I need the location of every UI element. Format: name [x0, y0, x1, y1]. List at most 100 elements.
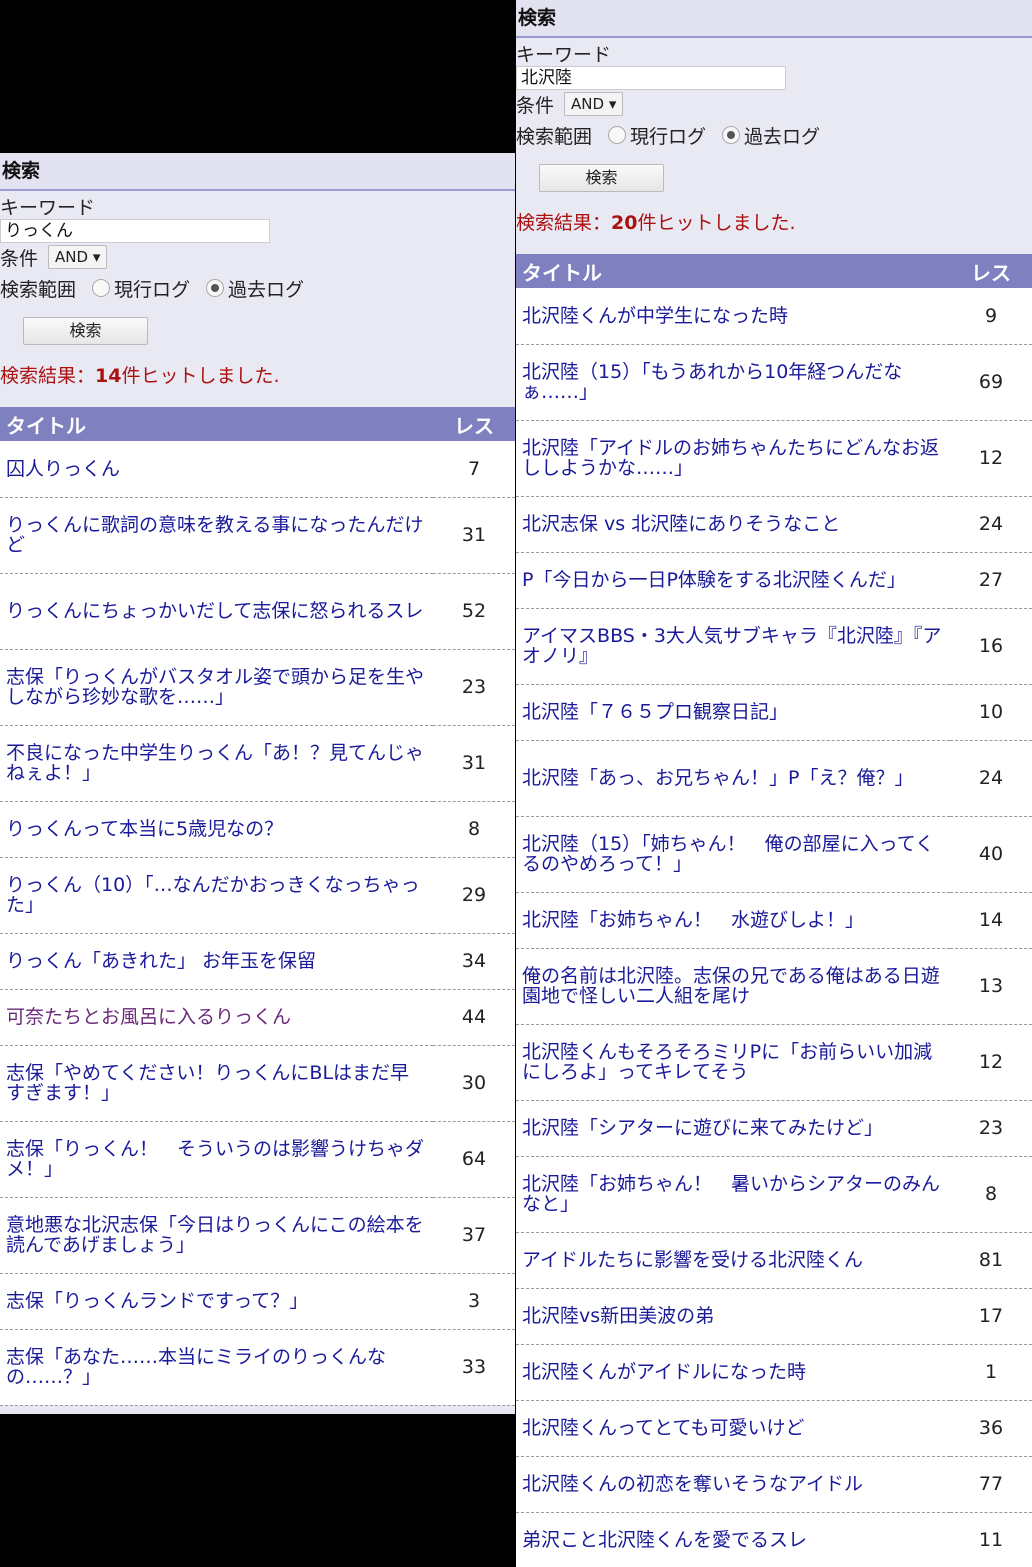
range-label: 検索範囲	[516, 125, 593, 148]
search-heading: 検索	[0, 153, 515, 191]
reply-count: 12	[950, 1024, 1032, 1101]
thread-title-link[interactable]: 北沢陸「お姉ちゃん！ 水遊びしよ！」	[516, 892, 950, 949]
thread-title-link[interactable]: アイマスBBS・3大人気サブキャラ『北沢陸』『アオノリ』	[516, 608, 950, 685]
reply-count: 81	[950, 1232, 1032, 1289]
keyword-input[interactable]: 北沢陸	[516, 66, 786, 90]
result-suffix: 件ヒットしました.	[121, 365, 280, 387]
thread-title-link[interactable]: 志保「あなた……本当にミライのりっくんなの……？」	[0, 1329, 433, 1406]
thread-title-link[interactable]: 志保「やめてください！りっくんにBLはまだ早すぎます！」	[0, 1045, 433, 1122]
thread-title-link[interactable]: 不良になった中学生りっくん「あ！？見てんじゃねぇよ！」	[0, 725, 433, 802]
thread-title-link[interactable]: 意地悪な北沢志保「今日はりっくんにこの絵本を読んであげましょう」	[0, 1197, 433, 1274]
thread-title-link[interactable]: 志保「りっくん！ そういうのは影響うけちゃダメ！」	[0, 1121, 433, 1198]
reply-count: 3	[433, 1273, 515, 1330]
reply-count: 14	[950, 892, 1032, 949]
search-form: キーワード りっくん 条件 AND ▾ 検索範囲 現行ログ 過去ログ 検索 検索…	[0, 191, 515, 389]
thread-title-link[interactable]: りっくん「あきれた」 お年玉を保留	[0, 933, 433, 990]
thread-title-link[interactable]: 北沢陸くんがアイドルになった時	[516, 1344, 950, 1401]
table-row: 北沢陸（15）「もうあれから10年経つんだなぁ……」 69	[516, 344, 1032, 421]
range-past-radio[interactable]	[206, 279, 225, 297]
table-row: 北沢陸「お姉ちゃん！ 暑いからシアターのみんなと」 8	[516, 1156, 1032, 1233]
thread-title-link[interactable]: りっくんって本当に5歳児なの？	[0, 801, 433, 858]
keyword-label: キーワード	[516, 44, 612, 66]
reply-count: 44	[433, 989, 515, 1046]
thread-title-link[interactable]: 北沢陸「シアターに遊びに来てみたけど」	[516, 1100, 950, 1157]
thread-title-link[interactable]: 志保「りっくんランドですって？」	[0, 1273, 433, 1330]
table-row: 北沢志保 vs 北沢陸にありそうなこと 24	[516, 496, 1032, 553]
reply-count: 64	[433, 1121, 515, 1198]
thread-title-link[interactable]: 北沢陸くんの初恋を奪いそうなアイドル	[516, 1456, 950, 1513]
thread-title-link[interactable]: りっくんに歌詞の意味を教える事になったんだけど	[0, 497, 433, 574]
result-count: 20	[611, 212, 638, 234]
result-prefix: 検索結果：	[516, 212, 612, 234]
range-current-label[interactable]: 現行ログ	[630, 122, 706, 149]
thread-title-link[interactable]: 北沢陸「お姉ちゃん！ 暑いからシアターのみんなと」	[516, 1156, 950, 1233]
thread-title-link[interactable]: 可奈たちとお風呂に入るりっくん	[0, 989, 433, 1046]
thread-title-link[interactable]: P「今日から一日P体験をする北沢陸くんだ」	[516, 552, 950, 609]
table-row: 北沢陸「７６５プロ観察日記」 10	[516, 684, 1032, 741]
range-past-radio[interactable]	[722, 126, 741, 144]
table-row: 不良になった中学生りっくん「あ！？見てんじゃねぇよ！」 31	[0, 725, 515, 802]
table-row: 北沢陸「お姉ちゃん！ 水遊びしよ！」 14	[516, 892, 1032, 949]
reply-count: 13	[950, 948, 1032, 1025]
table-row: 北沢陸「アイドルのお姉ちゃんたちにどんなお返ししようかな……」 12	[516, 420, 1032, 497]
table-row: 北沢陸「シアターに遊びに来てみたけど」 23	[516, 1100, 1032, 1157]
reply-count: 30	[433, 1045, 515, 1122]
search-button[interactable]: 検索	[23, 317, 148, 345]
range-current-label[interactable]: 現行ログ	[114, 275, 190, 302]
thread-title-link[interactable]: 北沢陸くんもそろそろミリPに「お前らいい加減にしろよ」ってキレてそう	[516, 1024, 950, 1101]
thread-title-link[interactable]: 北沢陸vs新田美波の弟	[516, 1288, 950, 1345]
reply-count: 8	[433, 801, 515, 858]
reply-count: 12	[950, 420, 1032, 497]
reply-count: 34	[433, 933, 515, 990]
keyword-input[interactable]: りっくん	[0, 219, 270, 243]
thread-title-link[interactable]: 北沢陸（15）「姉ちゃん！ 俺の部屋に入ってくるのやめろって！」	[516, 816, 950, 893]
range-past-label[interactable]: 過去ログ	[744, 122, 820, 149]
reply-count: 8	[950, 1156, 1032, 1233]
thread-title-link[interactable]: 志保「りっくんがバスタオル姿で頭から足を生やしながら珍妙な歌を……」	[0, 649, 433, 726]
thread-title-link[interactable]: 北沢陸くんってとても可愛いけど	[516, 1400, 950, 1457]
table-row: りっくんにちょっかいだして志保に怒られるスレ 52	[0, 573, 515, 650]
reply-count: 77	[950, 1456, 1032, 1513]
range-row: 検索範囲 現行ログ 過去ログ	[516, 120, 1032, 150]
table-row: 志保「やめてください！りっくんにBLはまだ早すぎます！」 30	[0, 1045, 515, 1122]
range-current-radio[interactable]	[92, 279, 111, 297]
results-table: タイトル レス 囚人りっくん 7 りっくんに歌詞の意味を教える事になったんだけど 31…	[0, 407, 515, 1406]
thread-title-link[interactable]: 俺の名前は北沢陸。志保の兄である俺はある日遊園地で怪しい二人組を尾け	[516, 948, 950, 1025]
range-label: 検索範囲	[0, 278, 77, 301]
left-search-panel: 検索 キーワード りっくん 条件 AND ▾ 検索範囲 現行ログ 過去ログ 検索…	[0, 153, 515, 1414]
reply-count: 40	[950, 816, 1032, 893]
thread-title-link[interactable]: アイドルたちに影響を受ける北沢陸くん	[516, 1232, 950, 1289]
thread-title-link[interactable]: 北沢志保 vs 北沢陸にありそうなこと	[516, 496, 950, 553]
thread-title-link[interactable]: 北沢陸くんが中学生になった時	[516, 288, 950, 345]
thread-title-link[interactable]: りっくんにちょっかいだして志保に怒られるスレ	[0, 573, 433, 650]
table-row: 囚人りっくん 7	[0, 441, 515, 498]
result-suffix: 件ヒットしました.	[637, 212, 796, 234]
col-title-header: タイトル	[0, 407, 433, 441]
reply-count: 23	[950, 1100, 1032, 1157]
thread-title-link[interactable]: 北沢陸（15）「もうあれから10年経つんだなぁ……」	[516, 344, 950, 421]
reply-count: 7	[433, 441, 515, 498]
reply-count: 24	[950, 496, 1032, 553]
thread-title-link[interactable]: 囚人りっくん	[0, 441, 433, 498]
thread-title-link[interactable]: 弟沢こと北沢陸くんを愛でるスレ	[516, 1512, 950, 1567]
reply-count: 36	[950, 1400, 1032, 1457]
range-past-label[interactable]: 過去ログ	[228, 275, 304, 302]
search-form: キーワード 北沢陸 条件 AND ▾ 検索範囲 現行ログ 過去ログ 検索 検索結…	[516, 38, 1032, 236]
table-row: 北沢陸くんもそろそろミリPに「お前らいい加減にしろよ」ってキレてそう 12	[516, 1024, 1032, 1101]
condition-select[interactable]: AND ▾	[564, 92, 624, 116]
table-row: 俺の名前は北沢陸。志保の兄である俺はある日遊園地で怪しい二人組を尾け 13	[516, 948, 1032, 1025]
table-row: 可奈たちとお風呂に入るりっくん 44	[0, 989, 515, 1046]
thread-title-link[interactable]: 北沢陸「７６５プロ観察日記」	[516, 684, 950, 741]
condition-select[interactable]: AND ▾	[48, 245, 108, 269]
thread-title-link[interactable]: りっくん（10）「…なんだかおっきくなっちゃった」	[0, 857, 433, 934]
table-row: 志保「りっくんがバスタオル姿で頭から足を生やしながら珍妙な歌を……」 23	[0, 649, 515, 726]
col-res-header: レス	[433, 407, 515, 441]
thread-title-link[interactable]: 北沢陸「あっ、お兄ちゃん！」P「え？俺？」	[516, 740, 950, 817]
table-row: 北沢陸vs新田美波の弟 17	[516, 1288, 1032, 1345]
range-current-radio[interactable]	[608, 126, 627, 144]
search-button[interactable]: 検索	[539, 164, 664, 192]
table-row: 北沢陸「あっ、お兄ちゃん！」P「え？俺？」 24	[516, 740, 1032, 817]
table-row: りっくん（10）「…なんだかおっきくなっちゃった」 29	[0, 857, 515, 934]
thread-title-link[interactable]: 北沢陸「アイドルのお姉ちゃんたちにどんなお返ししようかな……」	[516, 420, 950, 497]
condition-row: 条件 AND ▾	[516, 90, 1032, 118]
